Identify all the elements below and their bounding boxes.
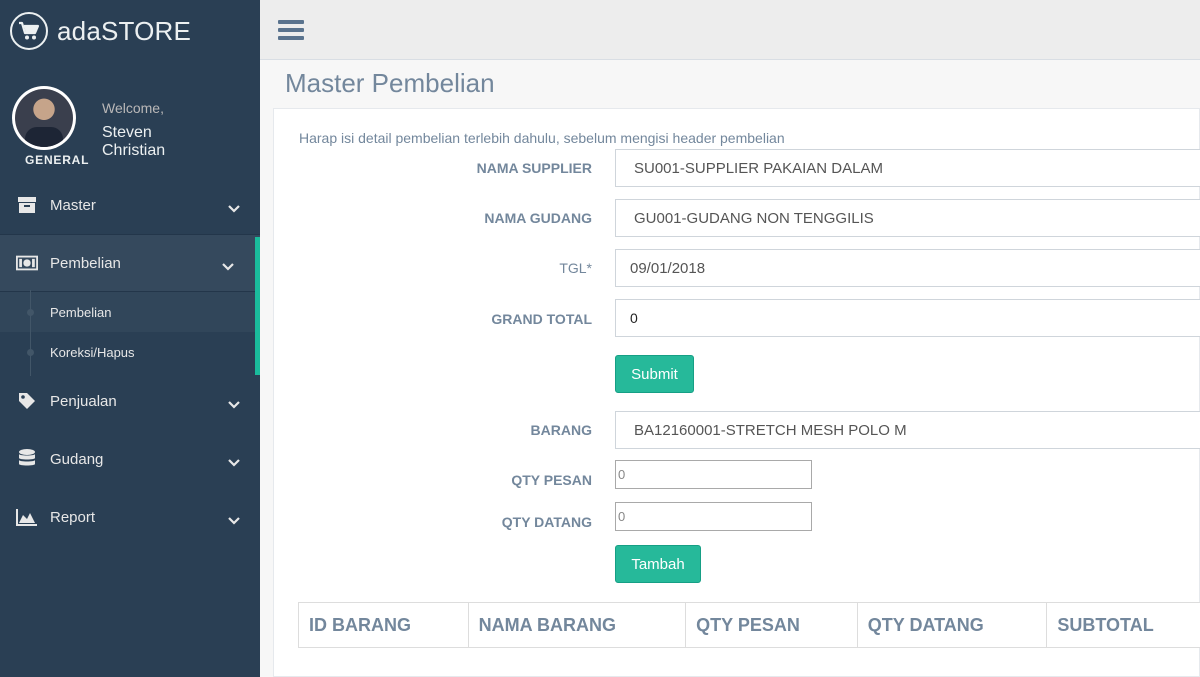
chevron-down-icon [228, 454, 240, 471]
area-chart-icon [16, 506, 38, 528]
brand[interactable]: adaSTORE [0, 0, 260, 62]
detail-table-header: ID BARANG NAMA BARANG QTY PESAN QTY DATA… [298, 602, 1200, 648]
sidebar-item-label: Pembelian [50, 254, 121, 272]
content-panel [273, 108, 1200, 677]
sidebar-item-pembelian[interactable]: Pembelian [0, 234, 260, 292]
gudang-label: NAMA GUDANG [484, 210, 592, 226]
sidebar-subitem-label: Pembelian [50, 304, 112, 320]
welcome-text: Welcome, [102, 100, 164, 116]
sidebar-subitem-label: Koreksi/Hapus [50, 344, 135, 360]
supplier-select[interactable]: SU001-SUPPLIER PAKAIAN DALAM [615, 149, 1200, 187]
sidebar-menu: Master Pembelian Pembelian Koreksi/Hapus [0, 176, 260, 546]
active-indicator [255, 237, 260, 375]
supplier-label: NAMA SUPPLIER [476, 160, 592, 176]
column-header-qty-pesan[interactable]: QTY PESAN [686, 603, 858, 647]
sidebar-subitem-koreksi-hapus[interactable]: Koreksi/Hapus [0, 332, 260, 372]
archive-icon [16, 194, 38, 216]
tambah-button[interactable]: Tambah [615, 545, 701, 583]
sidebar-item-master[interactable]: Master [0, 176, 260, 234]
qty-pesan-label: QTY PESAN [511, 472, 592, 488]
chevron-down-icon [228, 512, 240, 529]
barang-select[interactable]: BA12160001-STRETCH MESH POLO M [615, 411, 1200, 449]
column-header-nama-barang[interactable]: NAMA BARANG [469, 603, 687, 647]
form-hint: Harap isi detail pembelian terlebih dahu… [299, 130, 785, 146]
column-header-subtotal[interactable]: SUBTOTAL [1047, 603, 1200, 647]
column-header-id-barang[interactable]: ID BARANG [299, 603, 469, 647]
qty-datang-label: QTY DATANG [501, 514, 592, 530]
sidebar-item-penjualan[interactable]: Penjualan [0, 372, 260, 430]
chevron-down-icon [228, 396, 240, 413]
shopping-cart-icon [10, 12, 48, 50]
barang-label: BARANG [530, 422, 592, 438]
sidebar: adaSTORE Welcome, Steven Christian GENER… [0, 0, 260, 677]
chevron-down-icon [222, 258, 234, 275]
menu-toggle-icon[interactable] [278, 20, 304, 40]
gudang-select[interactable]: GU001-GUDANG NON TENGGILIS [615, 199, 1200, 237]
sidebar-item-label: Penjualan [50, 392, 117, 410]
sidebar-subitem-pembelian[interactable]: Pembelian [0, 292, 260, 332]
sidebar-item-gudang[interactable]: Gudang [0, 430, 260, 488]
column-header-qty-datang[interactable]: QTY DATANG [858, 603, 1048, 647]
tag-icon [16, 390, 38, 412]
chevron-down-icon [228, 200, 240, 217]
qty-pesan-input[interactable]: 0 [615, 460, 812, 489]
submenu-pembelian: Pembelian Koreksi/Hapus [0, 292, 260, 372]
brand-title: adaSTORE [57, 15, 192, 46]
sidebar-item-label: Master [50, 196, 96, 214]
submenu-line [30, 290, 31, 376]
sidebar-item-report[interactable]: Report [0, 488, 260, 546]
avatar [12, 86, 76, 150]
sidebar-item-label: Report [50, 508, 96, 526]
submit-button[interactable]: Submit [615, 355, 694, 393]
grand-total-label: GRAND TOTAL [491, 311, 592, 327]
grand-total-input[interactable]: 0 [615, 299, 1200, 337]
tgl-label: TGL* [559, 260, 592, 276]
top-navbar [260, 0, 1200, 60]
database-icon [16, 448, 38, 470]
user-role: GENERAL [25, 153, 90, 167]
money-icon [16, 252, 38, 274]
user-name: Steven Christian [102, 124, 166, 159]
page-title: Master Pembelian [285, 68, 495, 98]
tgl-date-input[interactable]: 09/01/2018 [615, 249, 1200, 287]
qty-datang-input[interactable]: 0 [615, 502, 812, 531]
sidebar-item-label: Gudang [50, 450, 104, 468]
